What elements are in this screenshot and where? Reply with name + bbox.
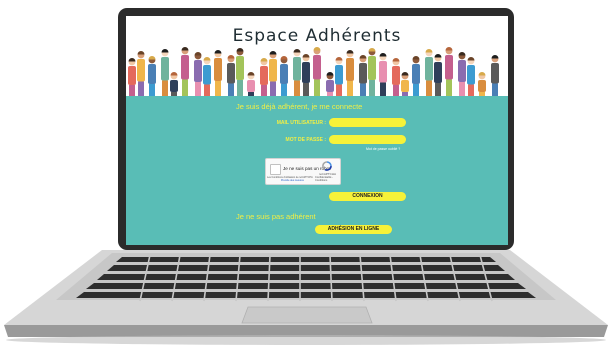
recaptcha-checkbox[interactable] — [270, 164, 281, 175]
person-figure — [478, 72, 486, 96]
login-button[interactable]: CONNEXION — [329, 192, 406, 201]
person-figure — [412, 56, 420, 96]
person-figure — [247, 72, 255, 96]
forgot-password-link[interactable]: Mot de passe oublié ? — [366, 147, 400, 151]
person-figure — [445, 47, 453, 96]
recaptcha-terms-link[interactable]: Confidentialité - Conditions — [315, 176, 340, 182]
person-figure — [260, 58, 268, 96]
email-label: MAIL UTILISATEUR : — [276, 120, 326, 126]
person-figure — [302, 54, 310, 96]
laptop-screen: Espace Adhérents Je suis déjà adhérent, … — [126, 16, 508, 245]
person-figure — [335, 57, 343, 96]
person-figure — [236, 48, 244, 96]
laptop-base — [4, 250, 608, 345]
trackpad[interactable] — [241, 306, 373, 324]
person-figure — [227, 55, 235, 96]
person-figure — [203, 57, 211, 96]
join-online-button[interactable]: ADHÉSION EN LIGNE — [315, 225, 392, 234]
person-figure — [346, 50, 354, 96]
person-figure — [401, 72, 409, 96]
person-figure — [214, 50, 222, 96]
person-figure — [359, 55, 367, 96]
person-figure — [434, 54, 442, 96]
person-figure — [313, 47, 321, 96]
person-figure — [293, 49, 301, 96]
email-field[interactable] — [329, 118, 406, 127]
person-figure — [392, 58, 400, 96]
person-figure — [170, 72, 178, 96]
person-figure — [458, 52, 466, 96]
recaptcha-action-link[interactable]: Prendre des mesures — [281, 179, 304, 182]
person-figure — [181, 47, 189, 96]
recaptcha-logo-icon — [322, 161, 332, 171]
person-figure — [467, 57, 475, 96]
password-field[interactable] — [329, 135, 406, 144]
person-figure — [269, 51, 277, 96]
person-figure — [280, 56, 288, 96]
person-figure — [148, 56, 156, 96]
person-figure — [137, 51, 145, 96]
laptop-shadow — [6, 335, 606, 345]
person-figure — [326, 72, 334, 96]
person-figure — [491, 55, 499, 96]
person-figure — [425, 49, 433, 96]
nonmember-heading: Je ne suis pas adhérent — [236, 212, 316, 221]
person-figure — [368, 48, 376, 96]
people-illustration — [128, 47, 499, 96]
header-banner: Espace Adhérents — [126, 16, 508, 96]
person-figure — [194, 52, 202, 96]
person-figure — [128, 58, 136, 96]
person-figure — [161, 49, 169, 96]
recaptcha-widget: Je ne suis pas un robot reCAPTCHA Confid… — [265, 158, 341, 185]
person-figure — [379, 53, 387, 96]
member-heading: Je suis déjà adhérent, je me connecte — [236, 102, 363, 111]
password-label: MOT DE PASSE : — [285, 137, 326, 143]
